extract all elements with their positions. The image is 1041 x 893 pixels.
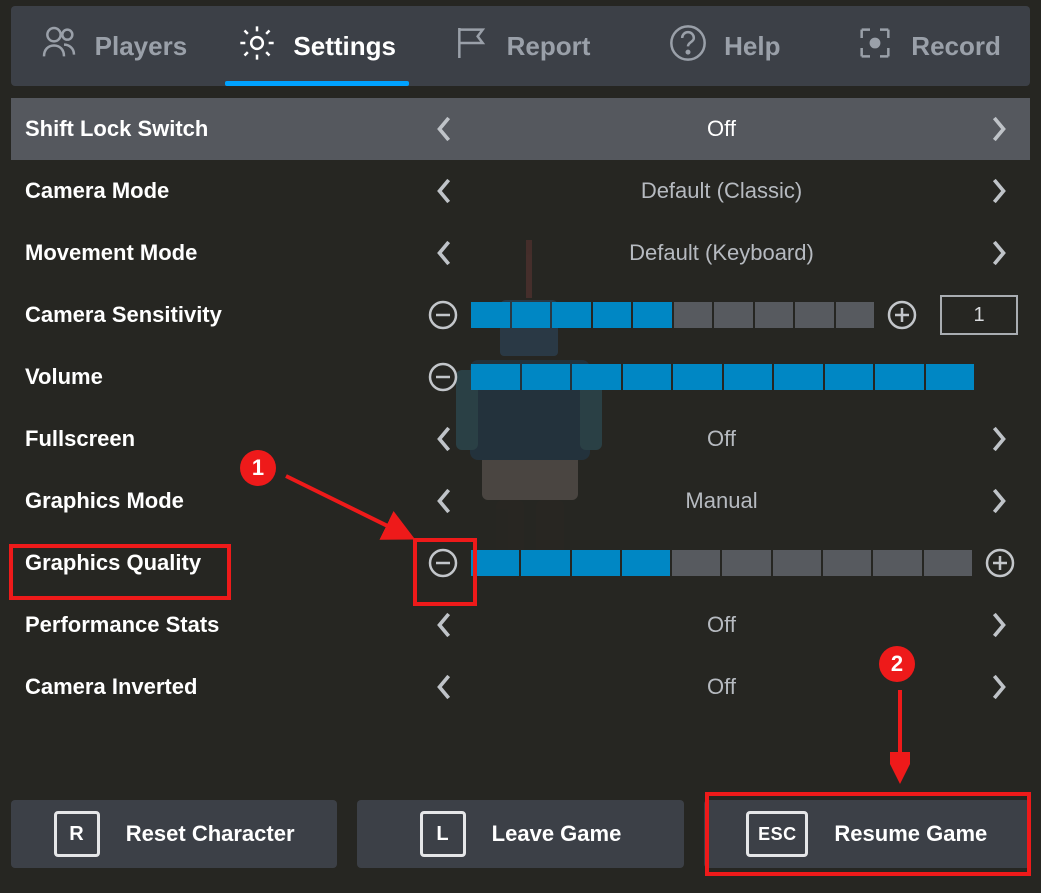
camera-sensitivity-input[interactable]: [940, 295, 1018, 335]
footer: R Reset Character L Leave Game ESC Resum…: [11, 800, 1030, 868]
label-graphics-mode: Graphics Mode: [25, 488, 425, 514]
movement-mode-next[interactable]: [978, 233, 1018, 273]
key-esc: ESC: [746, 811, 808, 857]
performance-stats-prev[interactable]: [425, 605, 465, 645]
fullscreen-prev[interactable]: [425, 419, 465, 459]
key-r: R: [54, 811, 100, 857]
label-performance-stats: Performance Stats: [25, 612, 425, 638]
row-performance-stats: Performance Stats Off: [11, 594, 1030, 656]
tab-help[interactable]: Help: [622, 6, 826, 86]
graphics-mode-prev[interactable]: [425, 481, 465, 521]
volume-minus[interactable]: [425, 359, 461, 395]
row-shift-lock: Shift Lock Switch Off: [11, 98, 1030, 160]
row-camera-inverted: Camera Inverted Off: [11, 656, 1030, 718]
label-shift-lock: Shift Lock Switch: [25, 116, 425, 142]
key-l: L: [420, 811, 466, 857]
people-icon: [39, 23, 79, 70]
row-camera-sensitivity: Camera Sensitivity: [11, 284, 1030, 346]
graphics-quality-plus[interactable]: [982, 545, 1018, 581]
flag-icon: [451, 23, 491, 70]
shift-lock-prev[interactable]: [425, 109, 465, 149]
leave-game-button[interactable]: L Leave Game: [357, 800, 683, 868]
row-graphics-quality: Graphics Quality: [11, 532, 1030, 594]
reset-character-button[interactable]: R Reset Character: [11, 800, 337, 868]
tab-label: Players: [95, 31, 188, 62]
camera-mode-next[interactable]: [978, 171, 1018, 211]
question-icon: [668, 23, 708, 70]
shift-lock-next[interactable]: [978, 109, 1018, 149]
tab-label: Record: [911, 31, 1001, 62]
tabbar: Players Settings Report Help: [11, 6, 1030, 86]
performance-stats-value: Off: [465, 612, 978, 638]
settings-panel: Shift Lock Switch Off Camera Mode Defaul…: [11, 98, 1030, 718]
leave-label: Leave Game: [492, 821, 622, 847]
camera-sensitivity-minus[interactable]: [425, 297, 461, 333]
graphics-quality-minus[interactable]: [425, 545, 461, 581]
volume-slider[interactable]: [471, 364, 974, 390]
camera-mode-prev[interactable]: [425, 171, 465, 211]
tab-label: Report: [507, 31, 591, 62]
row-camera-mode: Camera Mode Default (Classic): [11, 160, 1030, 222]
label-camera-inverted: Camera Inverted: [25, 674, 425, 700]
camera-mode-value: Default (Classic): [465, 178, 978, 204]
camera-sensitivity-plus[interactable]: [884, 297, 920, 333]
graphics-mode-next[interactable]: [978, 481, 1018, 521]
fullscreen-next[interactable]: [978, 419, 1018, 459]
tab-record[interactable]: Record: [826, 6, 1030, 86]
label-fullscreen: Fullscreen: [25, 426, 425, 452]
camera-inverted-value: Off: [465, 674, 978, 700]
graphics-quality-slider[interactable]: [471, 550, 972, 576]
resume-game-button[interactable]: ESC Resume Game: [704, 800, 1030, 868]
tab-players[interactable]: Players: [11, 6, 215, 86]
row-volume: Volume: [11, 346, 1030, 408]
label-volume: Volume: [25, 364, 425, 390]
label-camera-sensitivity: Camera Sensitivity: [25, 302, 425, 328]
row-graphics-mode: Graphics Mode Manual: [11, 470, 1030, 532]
performance-stats-next[interactable]: [978, 605, 1018, 645]
tab-settings[interactable]: Settings: [215, 6, 419, 86]
record-icon: [855, 23, 895, 70]
tab-label: Settings: [293, 31, 396, 62]
row-fullscreen: Fullscreen Off: [11, 408, 1030, 470]
movement-mode-value: Default (Keyboard): [465, 240, 978, 266]
camera-inverted-next[interactable]: [978, 667, 1018, 707]
graphics-mode-value: Manual: [465, 488, 978, 514]
reset-label: Reset Character: [126, 821, 295, 847]
shift-lock-value: Off: [465, 116, 978, 142]
camera-sensitivity-slider[interactable]: [471, 302, 874, 328]
tab-report[interactable]: Report: [419, 6, 623, 86]
camera-inverted-prev[interactable]: [425, 667, 465, 707]
label-movement-mode: Movement Mode: [25, 240, 425, 266]
label-graphics-quality: Graphics Quality: [25, 550, 425, 576]
fullscreen-value: Off: [465, 426, 978, 452]
resume-label: Resume Game: [834, 821, 987, 847]
label-camera-mode: Camera Mode: [25, 178, 425, 204]
row-movement-mode: Movement Mode Default (Keyboard): [11, 222, 1030, 284]
movement-mode-prev[interactable]: [425, 233, 465, 273]
gear-icon: [237, 23, 277, 70]
tab-label: Help: [724, 31, 780, 62]
